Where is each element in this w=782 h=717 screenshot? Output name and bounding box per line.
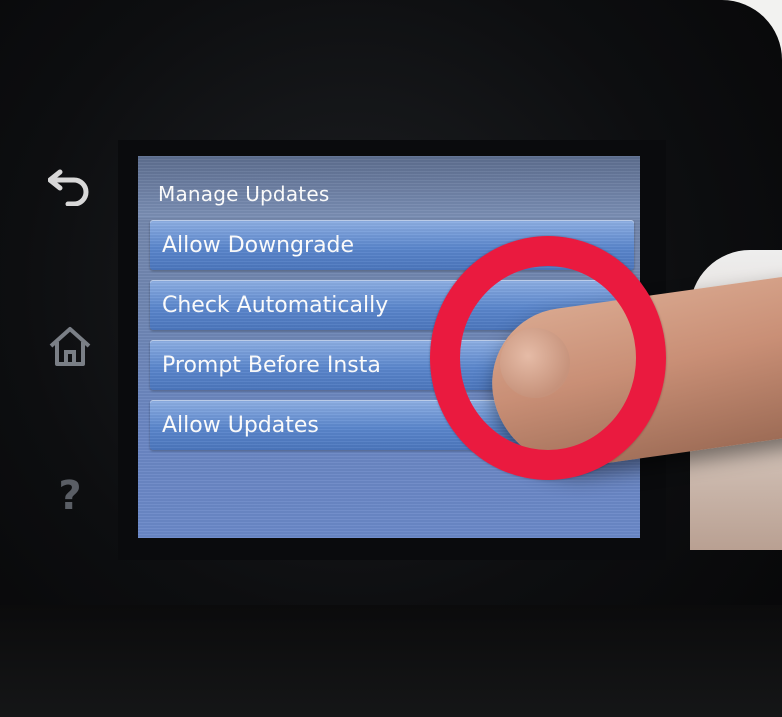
panel-lower-edge [0, 605, 782, 717]
menu-item-label: Allow Updates [162, 412, 319, 438]
menu-item-label: Prompt Before Insta [162, 352, 381, 378]
help-button[interactable]: ? [40, 466, 100, 526]
help-icon: ? [58, 473, 82, 519]
back-arrow-icon [48, 169, 89, 206]
page-title: Manage Updates [158, 182, 330, 206]
home-icon [49, 327, 91, 366]
menu-item-label: Allow Downgrade [162, 232, 355, 258]
home-button[interactable] [40, 316, 100, 376]
highlight-circle [430, 236, 666, 480]
back-button[interactable] [40, 156, 100, 216]
screen-header: Manage Updates [138, 156, 640, 218]
menu-item-label: Check Automatically [162, 292, 389, 318]
